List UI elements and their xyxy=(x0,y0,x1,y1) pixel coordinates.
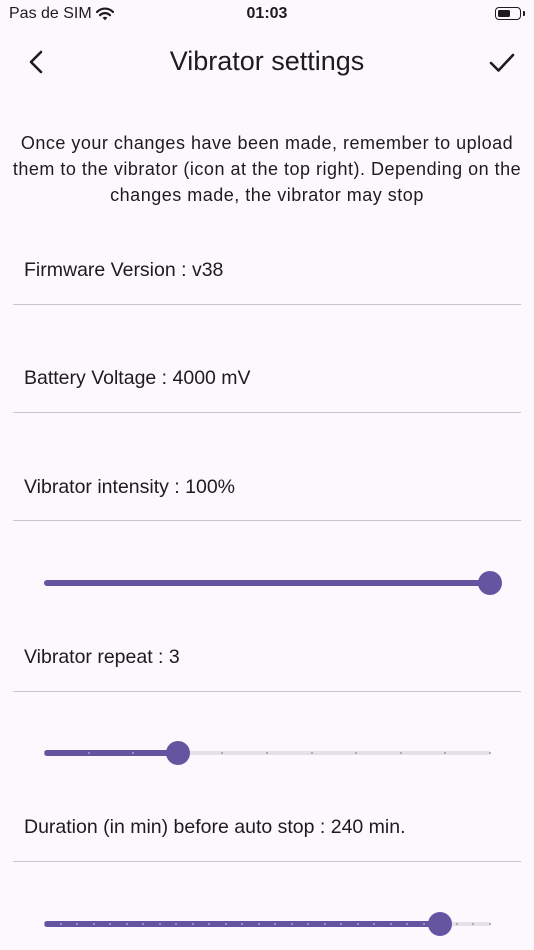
status-bar: Pas de SIM 01:03 xyxy=(0,0,534,30)
slider-tick xyxy=(92,923,95,925)
slider-tick xyxy=(76,923,79,925)
page-title: Vibrator settings xyxy=(169,46,365,76)
repeat-label: Vibrator repeat : 3 xyxy=(24,646,180,668)
slider-active-track xyxy=(44,750,178,756)
slider-thumb[interactable] xyxy=(478,571,502,595)
battery-level xyxy=(498,10,510,17)
slider-thumb[interactable] xyxy=(428,912,453,936)
firmware-version: Firmware Version : v38 xyxy=(24,259,224,281)
slider-active-track xyxy=(44,580,490,586)
battery-voltage: Battery Voltage : 4000 mV xyxy=(24,367,251,389)
slider-tick xyxy=(323,923,326,925)
slider-tick xyxy=(224,923,227,925)
intensity-label: Vibrator intensity : 100% xyxy=(24,476,236,498)
divider xyxy=(13,861,521,862)
slider-tick xyxy=(489,752,491,754)
slider-tick xyxy=(455,923,458,925)
repeat-slider[interactable] xyxy=(43,738,491,768)
slider-tick xyxy=(125,923,128,925)
divider xyxy=(13,412,521,413)
slider-tick xyxy=(43,752,45,754)
slider-tick xyxy=(356,923,359,925)
slider-tick xyxy=(489,923,491,925)
slider-tick xyxy=(389,923,392,925)
slider-tick xyxy=(422,923,425,925)
slider-tick xyxy=(43,923,45,925)
slider-tick xyxy=(310,752,313,754)
slider-tick xyxy=(290,923,293,925)
slider-tick xyxy=(257,923,260,925)
slider-tick xyxy=(191,923,194,925)
duration-slider[interactable] xyxy=(43,909,491,939)
slider-tick xyxy=(399,752,402,754)
upload-notice: Once your changes have been made, rememb… xyxy=(12,133,522,205)
divider xyxy=(13,691,521,692)
slider-tick xyxy=(158,923,161,925)
status-time: 01:03 xyxy=(246,5,288,22)
slider-tick xyxy=(59,923,62,925)
slider-tick xyxy=(266,752,268,754)
divider xyxy=(13,520,521,521)
check-icon xyxy=(489,53,515,72)
battery-tip xyxy=(523,11,525,16)
upload-confirm-button[interactable] xyxy=(480,40,524,84)
slider-thumb[interactable] xyxy=(165,741,190,765)
divider xyxy=(13,304,521,305)
intensity-slider[interactable] xyxy=(44,568,502,598)
app-bar: Vibrator settings xyxy=(0,32,534,92)
slider-tick xyxy=(87,752,90,754)
battery-icon xyxy=(495,7,521,20)
duration-label: Duration (in min) before auto stop : 240… xyxy=(24,816,406,838)
